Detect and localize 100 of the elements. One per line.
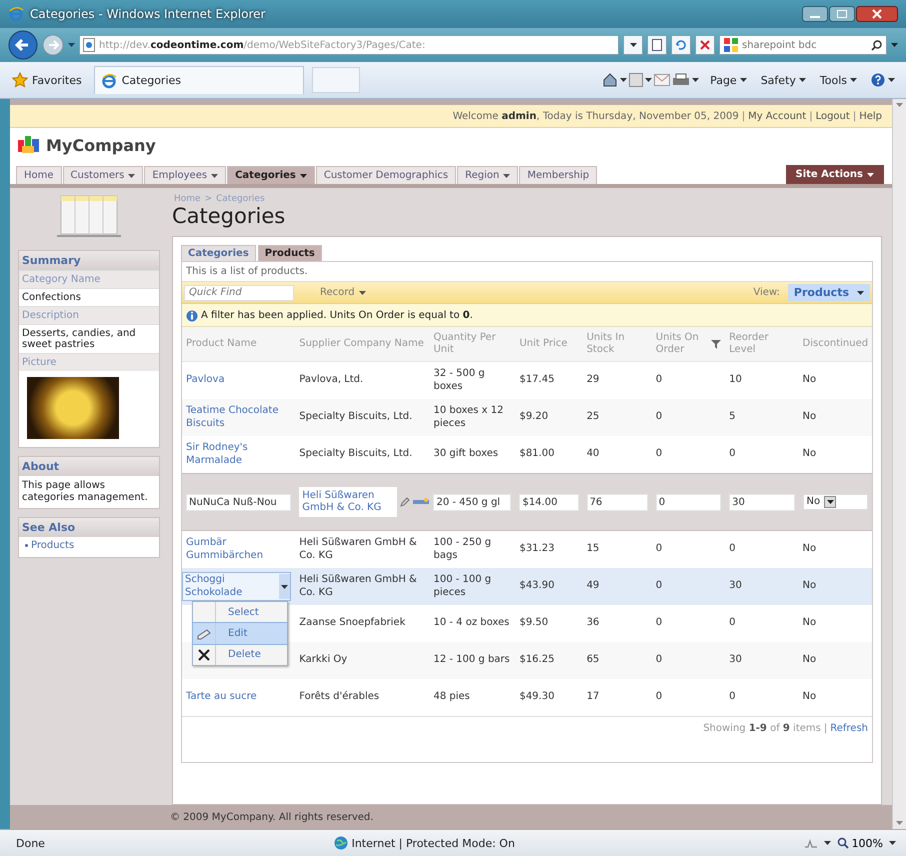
toolbar-menu[interactable]: Safety xyxy=(758,74,809,86)
info-icon xyxy=(186,308,198,322)
table-cell: Heli Süßwaren GmbH & Co. KG xyxy=(295,530,430,568)
view-label: View: xyxy=(753,287,780,298)
separator: | xyxy=(824,723,828,734)
table-cell: $49.30 xyxy=(519,691,554,702)
header-link[interactable]: My Account xyxy=(748,110,806,122)
refresh-link[interactable]: Refresh xyxy=(830,723,868,734)
toolbar-menu[interactable]: Tools xyxy=(816,74,860,86)
table-cell: 0 xyxy=(729,543,736,554)
close-icon xyxy=(700,40,710,50)
toolbar-menu[interactable]: Page xyxy=(707,74,750,86)
product-name-field[interactable]: NuNuCa Nuß-Nou xyxy=(186,494,292,510)
browser-tab[interactable]: Categories xyxy=(94,66,304,94)
pencil-icon[interactable] xyxy=(400,497,410,507)
table-cell: No xyxy=(802,580,816,592)
value-field[interactable]: 30 xyxy=(729,494,795,510)
value-field[interactable]: 76 xyxy=(586,494,648,510)
address-field[interactable]: http://dev.codeontime.com/demo/WebSiteFactory3/Pages/Cate: xyxy=(79,35,619,55)
table-cell: Karkki Oy xyxy=(295,642,430,679)
table-cell: $43.90 xyxy=(519,580,554,592)
stop-button[interactable] xyxy=(695,35,715,55)
sidebar-link[interactable]: Products xyxy=(31,540,74,551)
caret-icon xyxy=(281,584,288,588)
delete-icon xyxy=(198,648,210,660)
tab[interactable]: Products xyxy=(258,245,322,261)
discontinued-dropdown[interactable]: No xyxy=(802,494,868,510)
table-cell: $81.00 xyxy=(519,448,554,460)
scroll-down-icon xyxy=(896,821,903,825)
search-field[interactable]: sharepoint bdc xyxy=(719,35,887,55)
product-link[interactable]: Gumbär Gummibärchen xyxy=(186,537,292,562)
header-link[interactable]: Help xyxy=(859,110,882,122)
table-cell: 5 xyxy=(729,411,736,422)
table-drawing xyxy=(57,194,121,238)
table-cell: Heli Süßwaren GmbH & Co. KG xyxy=(295,568,430,605)
zoom-button[interactable]: 100% xyxy=(836,836,884,850)
menu-tab[interactable]: Region xyxy=(457,166,518,184)
table-cell: No xyxy=(802,654,816,666)
security-zone[interactable]: Internet | Protected Mode: On xyxy=(352,836,515,850)
mail-icon[interactable] xyxy=(654,74,670,86)
history-dropdown-icon xyxy=(68,43,75,47)
menu-tab[interactable]: Home xyxy=(16,166,62,184)
refresh-button[interactable] xyxy=(671,35,691,55)
home-icon[interactable] xyxy=(602,72,618,88)
close-icon[interactable] xyxy=(856,6,898,22)
value-field[interactable]: $14.00 xyxy=(519,494,579,510)
supplier-lookup[interactable]: Heli Süßwaren GmbH & Co. KG xyxy=(299,487,398,517)
caret-icon xyxy=(645,78,652,82)
value-field[interactable]: 0 xyxy=(656,494,722,510)
window-title: Categories - Windows Internet Explorer xyxy=(30,7,266,21)
quick-find-field[interactable]: Quick Find xyxy=(184,284,294,300)
forward-button-icon[interactable] xyxy=(42,34,64,56)
menu-item[interactable]: Edit xyxy=(193,623,287,644)
bullet-icon xyxy=(25,544,28,547)
action-menu[interactable]: Record xyxy=(314,286,372,299)
table-cell: 0 xyxy=(729,617,736,628)
tab[interactable]: Categories xyxy=(181,245,256,261)
compatibility-button[interactable] xyxy=(647,35,667,55)
product-link[interactable]: Tarte au sucre xyxy=(186,691,257,704)
edit-icon xyxy=(197,628,211,640)
favorites-button[interactable]: Favorites xyxy=(8,70,86,90)
product-link[interactable]: Schoggi Schokolade xyxy=(182,572,292,601)
globe-icon xyxy=(334,836,348,850)
menu-tab[interactable]: Categories xyxy=(227,166,315,184)
minimize-icon[interactable] xyxy=(802,6,828,22)
table-cell: No xyxy=(802,448,816,460)
product-link[interactable]: Pavlova xyxy=(186,374,225,387)
browser-logo-icon xyxy=(100,72,117,88)
table-cell: 40 xyxy=(586,448,600,460)
menu-tab[interactable]: Customer Demographics xyxy=(316,166,456,184)
header-link[interactable]: Logout xyxy=(816,110,850,122)
search-provider-icon xyxy=(724,38,738,52)
menu-tab[interactable]: Employees xyxy=(144,166,226,184)
table-cell: 10 - 4 oz boxes xyxy=(433,617,510,628)
view-selector[interactable]: Products xyxy=(788,284,870,301)
maximize-icon[interactable] xyxy=(829,6,855,22)
page-icon xyxy=(652,39,662,51)
back-button-icon[interactable] xyxy=(8,30,38,60)
help-icon xyxy=(871,73,885,87)
table-cell: 30 xyxy=(729,654,742,666)
menu-tab[interactable]: Customers xyxy=(62,166,144,184)
table-cell: No xyxy=(802,691,816,702)
scrollbar[interactable] xyxy=(892,99,906,829)
lookup-icon[interactable] xyxy=(413,498,430,506)
separator: | xyxy=(809,110,813,122)
printer-icon[interactable] xyxy=(672,73,690,87)
feeds-icon[interactable] xyxy=(629,73,644,87)
site-actions-button[interactable]: Site Actions xyxy=(786,165,884,184)
caret-icon xyxy=(798,78,806,82)
quantity-field[interactable]: 20 - 450 g gl xyxy=(433,494,512,510)
zoom-icon xyxy=(836,837,849,849)
url-dropdown[interactable] xyxy=(623,35,643,55)
panel-title: See Also xyxy=(19,518,159,537)
menu-tab[interactable]: Membership xyxy=(519,166,598,184)
caret-icon xyxy=(692,78,700,82)
product-link[interactable]: Sir Rodney's Marmalade xyxy=(186,442,292,467)
table-cell: No xyxy=(802,411,816,422)
table-cell: No xyxy=(802,543,816,554)
table-cell: Pavlova, Ltd. xyxy=(295,362,430,399)
caret-icon xyxy=(850,78,857,82)
